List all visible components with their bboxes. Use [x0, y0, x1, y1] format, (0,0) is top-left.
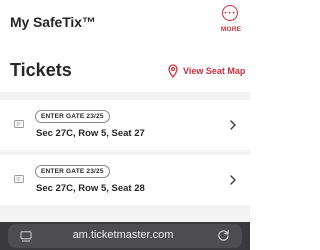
reader-mode-icon[interactable]: [20, 231, 32, 242]
view-seat-map-label: View Seat Map: [183, 66, 246, 76]
ticket-card[interactable]: ENTER GATE 23/25 Sec 27C, Row 5, Seat 28: [0, 155, 250, 205]
ticket-list: ENTER GATE 23/25 Sec 27C, Row 5, Seat 27…: [0, 92, 250, 222]
browser-address-bar: am.ticketmaster.com: [0, 222, 250, 250]
app-title: My SafeTix™: [10, 14, 96, 30]
ticket-icon: [14, 175, 24, 183]
chevron-right-icon: [230, 175, 236, 185]
chevron-right-icon: [230, 120, 236, 130]
ticket-icon: [14, 120, 24, 128]
gate-badge: ENTER GATE 23/25: [35, 110, 110, 123]
section-title: Tickets: [10, 60, 72, 80]
location-pin-icon: [168, 64, 178, 78]
more-icon: [222, 5, 238, 21]
seat-info: Sec 27C, Row 5, Seat 28: [36, 183, 145, 194]
url-field[interactable]: am.ticketmaster.com: [8, 224, 242, 248]
seat-info: Sec 27C, Row 5, Seat 27: [36, 128, 145, 139]
url-text: am.ticketmaster.com: [72, 229, 174, 241]
app-header: My SafeTix™ MORE: [0, 0, 250, 50]
gate-badge: ENTER GATE 23/25: [35, 165, 110, 178]
more-button[interactable]: MORE: [219, 4, 243, 38]
tickets-header: Tickets View Seat Map: [0, 50, 250, 92]
ticket-card[interactable]: ENTER GATE 23/25 Sec 27C, Row 5, Seat 27: [0, 100, 250, 150]
more-label: MORE: [220, 26, 242, 33]
reload-icon[interactable]: [217, 229, 230, 242]
